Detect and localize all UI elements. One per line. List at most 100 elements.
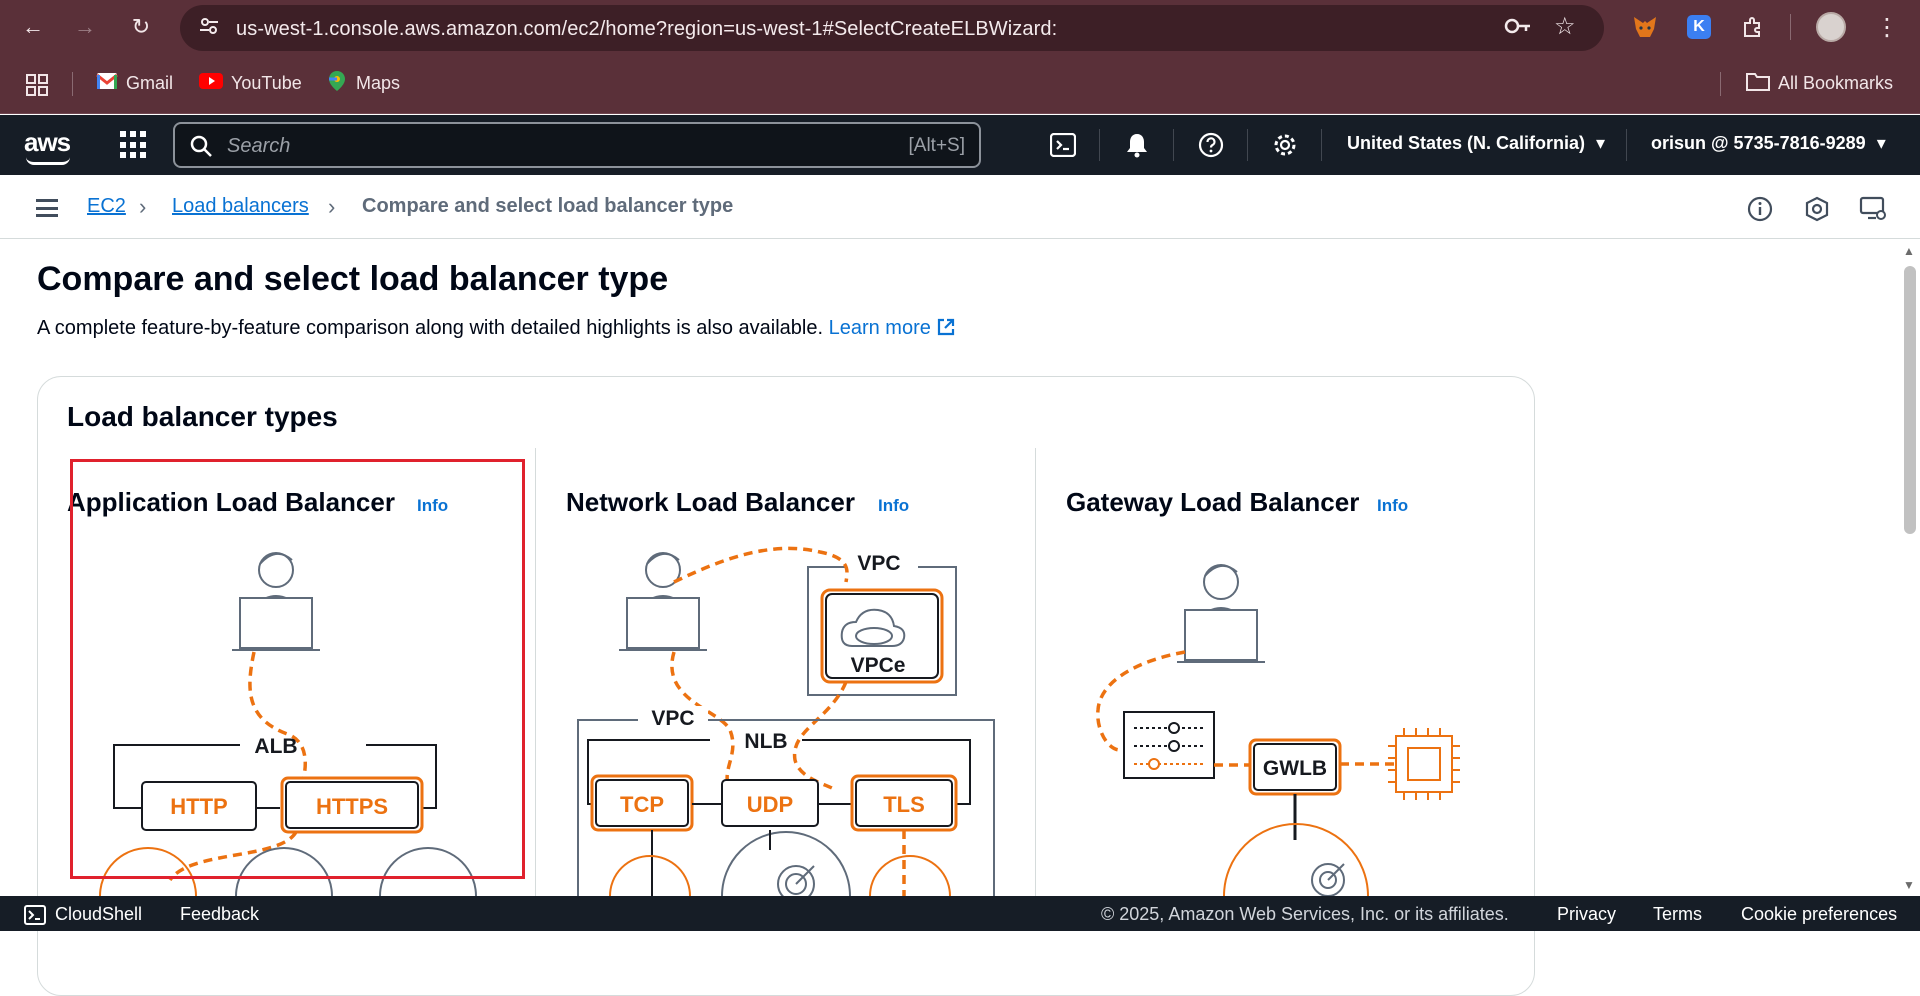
feedback-link[interactable]: Feedback <box>180 904 259 925</box>
page-subtitle: A complete feature-by-feature comparison… <box>37 317 956 340</box>
security-hub-icon[interactable] <box>1803 195 1831 223</box>
account-caret-icon: ▾ <box>1876 133 1886 153</box>
bookmark-youtube[interactable]: YouTube <box>199 70 302 96</box>
search-icon <box>189 134 213 163</box>
bookmark-maps[interactable]: Maps <box>326 70 400 96</box>
nlb-info-link[interactable]: Info <box>878 496 909 516</box>
bookmarks-divider <box>1720 72 1721 96</box>
bookmark-star-icon[interactable]: ☆ <box>1554 12 1576 41</box>
side-nav-menu-icon[interactable] <box>36 199 58 217</box>
udp-label: UDP <box>747 792 793 817</box>
help-icon[interactable] <box>1196 130 1226 160</box>
region-label: United States (N. California) <box>1347 133 1586 153</box>
password-key-icon[interactable] <box>1504 15 1532 43</box>
all-bookmarks-label: All Bookmarks <box>1778 72 1894 93</box>
gwlb-label: GWLB <box>1263 757 1327 780</box>
search-input[interactable]: Search [Alt+S] <box>173 122 981 168</box>
apps-grid-icon[interactable] <box>26 72 48 98</box>
nav-divider <box>1321 129 1322 161</box>
reload-icon[interactable]: ↻ <box>124 10 158 44</box>
bookmarks-bar: Gmail YouTube Maps All Bookmarks <box>0 54 1920 114</box>
site-settings-icon[interactable] <box>198 15 220 43</box>
folder-icon <box>1746 71 1770 96</box>
region-caret-icon: ▾ <box>1596 133 1606 153</box>
bookmark-label: YouTube <box>231 72 302 93</box>
appliance-chip-icon <box>1388 728 1460 800</box>
breadcrumb-bar: EC2 › Load balancers › Compare and selec… <box>0 175 1920 239</box>
gmail-icon <box>96 72 118 95</box>
bookmark-gmail[interactable]: Gmail <box>96 70 173 96</box>
nlb-diagram: VPC VPCe VPC NLB TCP UDP TLS <box>577 546 995 896</box>
breadcrumb-load-balancers[interactable]: Load balancers <box>172 195 309 218</box>
all-bookmarks[interactable]: All Bookmarks <box>1746 70 1893 96</box>
bookmarks-divider <box>72 72 73 96</box>
breadcrumb-current: Compare and select load balancer type <box>362 195 734 217</box>
metamask-extension-icon[interactable] <box>1630 12 1660 42</box>
monitor-settings-icon[interactable] <box>1859 195 1887 223</box>
aws-logo-smile <box>26 157 70 165</box>
bookmark-label: Maps <box>356 72 401 93</box>
cloudshell-icon[interactable] <box>1048 130 1078 160</box>
extensions-puzzle-icon[interactable] <box>1738 12 1768 42</box>
user-laptop-icon <box>1177 564 1265 663</box>
scroll-down-arrow-icon[interactable]: ▼ <box>1903 878 1915 892</box>
privacy-link[interactable]: Privacy <box>1557 904 1616 925</box>
cloudshell-footer-icon[interactable] <box>24 905 46 930</box>
info-panel-icon[interactable] <box>1746 195 1774 223</box>
learn-more-link[interactable]: Learn more <box>829 317 957 339</box>
browser-toolbar: ← → ↻ us-west-1.console.aws.amazon.com/e… <box>0 0 1920 54</box>
nlb-title: Network Load Balancer <box>566 487 855 517</box>
k-extension-icon[interactable]: K <box>1684 12 1714 42</box>
vpc-top-label: VPC <box>857 552 900 575</box>
firewall-rules-icon <box>1123 711 1215 779</box>
search-placeholder: Search <box>227 135 291 157</box>
url-text: us-west-1.console.aws.amazon.com/ec2/hom… <box>236 18 1058 40</box>
card-title: Load balancer types <box>67 401 338 432</box>
browser-menu-icon[interactable]: ⋮ <box>1872 12 1902 42</box>
vpc-label: VPC <box>651 707 694 730</box>
maps-icon <box>326 70 348 97</box>
external-link-icon <box>936 317 956 339</box>
aws-logo[interactable]: aws <box>24 127 71 158</box>
region-selector[interactable]: United States (N. California) ▾ <box>1347 133 1605 154</box>
page-title: Compare and select load balancer type <box>37 260 669 298</box>
tcp-label: TCP <box>620 792 664 817</box>
chevron-right-icon: › <box>328 194 336 219</box>
cloudshell-link[interactable]: CloudShell <box>55 904 142 925</box>
profile-avatar[interactable] <box>1816 12 1846 42</box>
nav-divider <box>1099 129 1100 161</box>
target-icon <box>1311 863 1345 896</box>
account-label: orisun @ 5735-7816-9289 <box>1651 133 1866 153</box>
tls-label: TLS <box>883 792 925 817</box>
gwlb-diagram: GWLB <box>1096 564 1460 896</box>
bookmark-label: Gmail <box>126 72 174 93</box>
gwlb-title: Gateway Load Balancer <box>1066 487 1360 517</box>
terms-link[interactable]: Terms <box>1653 904 1702 925</box>
learn-more-label: Learn more <box>828 317 931 339</box>
breadcrumb-ec2[interactable]: EC2 <box>87 195 126 218</box>
nav-divider <box>1247 129 1248 161</box>
search-shortcut: [Alt+S] <box>908 135 966 156</box>
address-bar[interactable]: us-west-1.console.aws.amazon.com/ec2/hom… <box>180 5 1604 51</box>
scroll-up-arrow-icon[interactable]: ▲ <box>1903 244 1915 258</box>
user-laptop-icon <box>619 552 707 651</box>
subtitle-text: A complete feature-by-feature comparison… <box>37 317 824 339</box>
nav-divider <box>1626 129 1627 161</box>
gwlb-info-link[interactable]: Info <box>1377 496 1408 516</box>
nlb-label: NLB <box>744 730 787 753</box>
nav-divider <box>1173 129 1174 161</box>
column-divider <box>535 448 536 898</box>
youtube-icon <box>199 72 223 95</box>
vpce-label: VPCe <box>851 654 906 677</box>
notifications-bell-icon[interactable] <box>1122 130 1152 160</box>
aws-top-nav: aws Search [Alt+S] United States (N. Cal… <box>0 115 1920 175</box>
account-menu[interactable]: orisun @ 5735-7816-9289 ▾ <box>1651 133 1886 154</box>
back-icon[interactable]: ← <box>16 10 50 44</box>
toolbar-divider <box>1790 14 1791 40</box>
forward-icon[interactable]: → <box>68 10 102 44</box>
scrollbar-thumb[interactable] <box>1904 266 1916 534</box>
services-menu-icon[interactable] <box>120 131 148 159</box>
settings-gear-icon[interactable] <box>1270 130 1300 160</box>
column-divider <box>1035 448 1036 898</box>
cookie-preferences-link[interactable]: Cookie preferences <box>1741 904 1897 925</box>
